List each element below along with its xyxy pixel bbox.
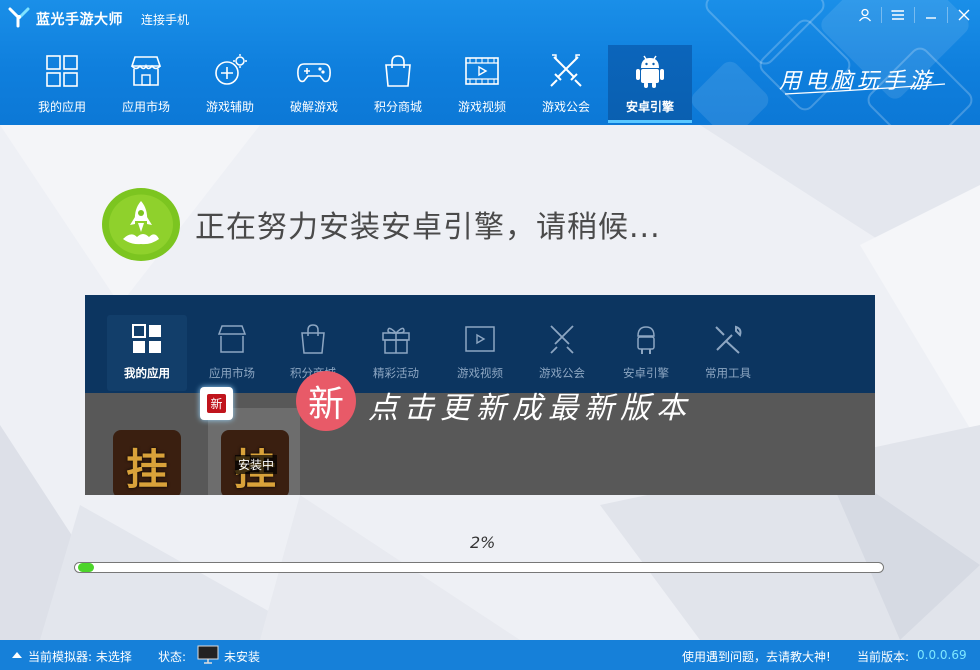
game-assist-icon: [215, 54, 247, 85]
nav-game-guild[interactable]: 游戏公会: [524, 45, 608, 123]
nav-game-video[interactable]: 游戏视频: [440, 45, 524, 123]
menu-icon: [891, 10, 904, 20]
grid-icon: [132, 324, 161, 353]
preview-nav-item: 精彩活动: [356, 315, 436, 391]
preview-nav-item: 游戏公会: [522, 315, 602, 391]
preview-nav-label: 我的应用: [124, 366, 170, 380]
preview-nav-label: 精彩活动: [373, 366, 419, 380]
crossed-swords-icon: [550, 54, 582, 87]
connect-phone-link[interactable]: 连接手机: [141, 11, 189, 28]
app-logo-icon: [8, 7, 30, 28]
android-icon: [636, 55, 664, 88]
nav-app-market[interactable]: 应用市场: [104, 45, 188, 123]
preview-nav-label: 游戏公会: [539, 366, 585, 380]
store-icon: [217, 325, 247, 353]
shopping-bag-icon: [301, 324, 325, 354]
main-nav: 我的应用 应用市场 游戏辅助 破解游戏 积分商城 游戏视频 游戏公会 安卓引擎: [20, 45, 692, 123]
progress-fill: [78, 563, 95, 572]
nav-label: 积分商城: [373, 100, 422, 114]
user-button[interactable]: [849, 0, 881, 30]
version-label: 当前版本:: [857, 650, 910, 664]
close-icon: [958, 9, 970, 21]
update-prompt-text[interactable]: 点击更新成最新版本: [368, 383, 692, 427]
close-button[interactable]: [948, 0, 980, 30]
progress-percent: 2%: [470, 533, 496, 552]
new-tag: 新: [200, 387, 233, 420]
app-title: 蓝光手游大师: [36, 12, 123, 28]
monitor-icon: [197, 645, 219, 664]
preview-nav-label: 游戏视频: [457, 366, 503, 380]
preview-nav-item: 安卓引擎: [606, 315, 686, 391]
help-link[interactable]: 使用遇到问题，去请教大神!: [682, 648, 831, 665]
nav-label: 游戏视频: [457, 100, 506, 114]
slogan: 用电脑玩手游: [779, 69, 946, 95]
minimize-button[interactable]: [915, 0, 947, 30]
nav-label: 应用市场: [121, 100, 170, 114]
preview-nav: 我的应用 应用市场 积分商城 精彩活动 游戏视频 游戏公会: [85, 295, 875, 393]
version-value: 0.0.0.69: [917, 648, 967, 662]
nav-label: 破解游戏: [289, 100, 338, 114]
preview-nav-item: 我的应用: [107, 315, 187, 391]
nav-game-assist[interactable]: 游戏辅助: [188, 45, 272, 123]
preview-nav-item: 常用工具: [688, 315, 768, 391]
nav-label: 我的应用: [37, 100, 86, 114]
main-content: 正在努力安装安卓引擎，请稍候... 我的应用 应用市场 积分商城 精彩活动 游戏: [0, 125, 980, 640]
update-preview-banner[interactable]: 我的应用 应用市场 积分商城 精彩活动 游戏视频 游戏公会: [85, 295, 875, 495]
install-progress-bar: [74, 562, 884, 573]
install-status-message: 正在努力安装安卓引擎，请稍候...: [195, 210, 661, 245]
nav-label: 游戏辅助: [205, 100, 254, 114]
grid-icon: [46, 55, 78, 87]
video-icon: [465, 57, 499, 85]
android-icon: [637, 326, 655, 354]
game-tile: 挂: [113, 430, 181, 495]
preview-nav-item: 游戏视频: [440, 315, 520, 391]
state-label: 状态:: [158, 650, 187, 664]
nav-points-mall[interactable]: 积分商城: [356, 45, 440, 123]
nav-android-engine[interactable]: 安卓引擎: [608, 45, 692, 123]
crossed-swords-icon: [550, 325, 574, 354]
menu-button[interactable]: [882, 0, 914, 30]
window-controls: [849, 0, 980, 30]
video-icon: [465, 326, 495, 352]
nav-cracked-games[interactable]: 破解游戏: [272, 45, 356, 123]
gamepad-icon: [297, 63, 331, 83]
store-icon: [130, 56, 162, 86]
shopping-bag-icon: [385, 55, 411, 87]
preview-nav-label: 常用工具: [705, 366, 751, 380]
preview-nav-label: 安卓引擎: [623, 366, 669, 380]
preview-nav-item: 应用市场: [192, 315, 272, 391]
nav-label: 安卓引擎: [625, 100, 674, 114]
status-bar: 当前模拟器: 未选择 状态: 未安装 使用遇到问题，去请教大神! 当前版本: 0…: [0, 640, 980, 670]
rocket-icon: [102, 188, 180, 261]
preview-nav-label: 应用市场: [209, 366, 255, 380]
installing-label: 安装中: [235, 455, 278, 474]
new-badge: 新: [296, 371, 356, 431]
gift-icon: [382, 327, 410, 354]
emulator-selector[interactable]: 当前模拟器: 未选择: [28, 648, 132, 665]
tools-icon: [715, 325, 742, 354]
state-value: 未安装: [224, 650, 261, 664]
minimize-icon: [926, 17, 936, 19]
tile-glyph: 挂: [125, 445, 168, 494]
new-tag-text: 新: [207, 394, 226, 413]
nav-label: 游戏公会: [541, 100, 590, 114]
header-bar: 蓝光手游大师 连接手机 我的应用 应用市场 游戏辅助 破解游戏 积分商城 游戏视…: [0, 0, 980, 125]
expand-up-icon[interactable]: [12, 652, 22, 658]
nav-my-apps[interactable]: 我的应用: [20, 45, 104, 123]
user-icon: [858, 8, 872, 22]
